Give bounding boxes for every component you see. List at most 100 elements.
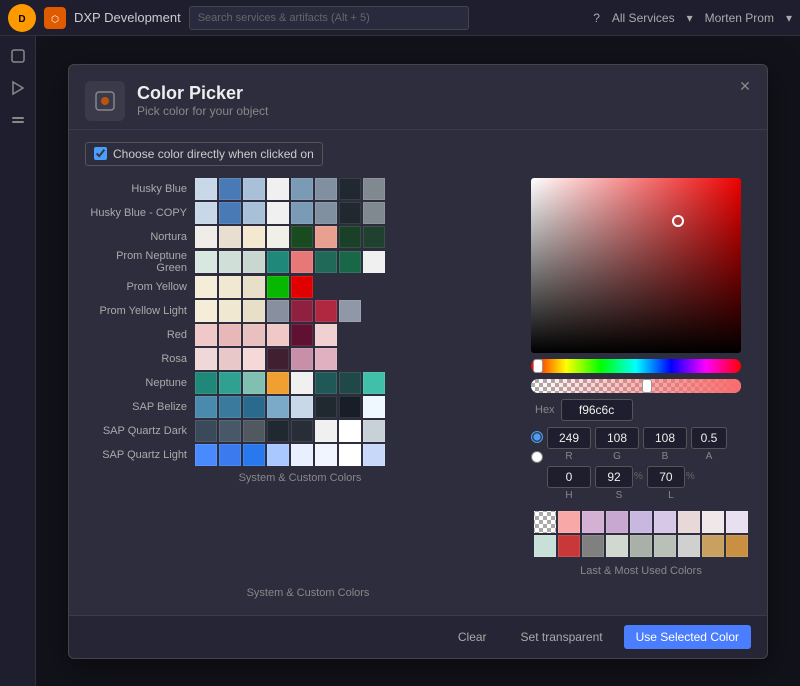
swatch[interactable] [195,300,217,322]
swatch[interactable] [291,202,313,224]
swatch[interactable] [267,372,289,394]
recent-swatch[interactable] [630,535,652,557]
swatch[interactable] [219,348,241,370]
swatch[interactable] [291,324,313,346]
swatch[interactable] [243,202,265,224]
swatch[interactable] [195,276,217,298]
swatch[interactable] [339,226,361,248]
swatch[interactable] [267,276,289,298]
swatch[interactable] [243,396,265,418]
swatch[interactable] [267,300,289,322]
sidebar-icon-home[interactable] [6,44,30,68]
swatch[interactable] [243,372,265,394]
swatch[interactable] [315,178,337,200]
swatch[interactable] [243,251,265,273]
swatch[interactable] [363,420,385,442]
swatch[interactable] [219,226,241,248]
clear-button[interactable]: Clear [445,624,500,650]
swatch[interactable] [315,251,337,273]
swatch[interactable] [219,178,241,200]
swatch[interactable] [195,251,217,273]
recent-swatch[interactable] [702,535,724,557]
swatch[interactable] [219,444,241,466]
recent-swatch[interactable] [702,511,724,533]
recent-swatch[interactable] [726,535,748,557]
recent-swatch[interactable] [654,511,676,533]
swatch[interactable] [363,372,385,394]
swatch[interactable] [339,251,361,273]
a-input[interactable] [691,427,727,449]
logo-icon[interactable]: D [8,4,36,32]
swatch[interactable] [267,251,289,273]
help-icon[interactable]: ? [593,11,600,25]
swatch[interactable] [219,202,241,224]
swatch[interactable] [363,251,385,273]
rgb-radio[interactable] [531,431,543,443]
swatch[interactable] [219,324,241,346]
swatch[interactable] [219,420,241,442]
swatch[interactable] [243,300,265,322]
recent-swatch[interactable] [558,511,580,533]
swatch[interactable] [219,396,241,418]
swatch[interactable] [315,396,337,418]
close-button[interactable]: ✕ [735,77,755,97]
hue-slider[interactable] [531,359,741,373]
swatch[interactable] [243,420,265,442]
swatch[interactable] [243,444,265,466]
swatch[interactable] [267,444,289,466]
hex-input[interactable] [561,399,633,421]
recent-swatch[interactable] [630,511,652,533]
swatch[interactable] [291,300,313,322]
swatch[interactable] [339,300,361,322]
swatch[interactable] [243,226,265,248]
swatch[interactable] [315,420,337,442]
recent-swatch[interactable] [606,511,628,533]
s-input[interactable] [595,466,633,488]
swatch[interactable] [267,202,289,224]
recent-swatch[interactable] [558,535,580,557]
swatch[interactable] [195,324,217,346]
swatch[interactable] [243,324,265,346]
swatch[interactable] [339,444,361,466]
recent-swatch[interactable] [678,535,700,557]
swatch[interactable] [315,202,337,224]
swatch[interactable] [339,178,361,200]
recent-swatch[interactable] [726,511,748,533]
swatch[interactable] [339,396,361,418]
swatch[interactable] [339,372,361,394]
swatch[interactable] [243,276,265,298]
swatch[interactable] [363,178,385,200]
sidebar-icon-layers[interactable] [6,108,30,132]
swatch[interactable] [291,420,313,442]
swatch[interactable] [315,348,337,370]
recent-swatch[interactable] [606,535,628,557]
swatch[interactable] [267,178,289,200]
swatch[interactable] [291,444,313,466]
search-bar[interactable]: Search services & artifacts (Alt + 5) [189,6,469,30]
swatch[interactable] [291,251,313,273]
recent-swatch[interactable] [534,535,556,557]
sidebar-icon-video[interactable] [6,76,30,100]
swatch[interactable] [267,396,289,418]
swatch[interactable] [267,226,289,248]
swatch[interactable] [291,178,313,200]
swatch[interactable] [363,396,385,418]
color-gradient[interactable] [531,178,741,353]
swatch[interactable] [291,372,313,394]
swatch[interactable] [267,420,289,442]
swatch[interactable] [219,251,241,273]
swatch[interactable] [219,300,241,322]
r-input[interactable] [547,427,591,449]
recent-swatch[interactable] [678,511,700,533]
swatch[interactable] [219,372,241,394]
swatch[interactable] [243,348,265,370]
swatch[interactable] [315,372,337,394]
services-label[interactable]: All Services [612,11,675,25]
swatch[interactable] [195,396,217,418]
swatch[interactable] [195,348,217,370]
swatch[interactable] [315,444,337,466]
recent-swatch[interactable] [582,511,604,533]
recent-swatch[interactable] [582,535,604,557]
swatch[interactable] [291,396,313,418]
g-input[interactable] [595,427,639,449]
